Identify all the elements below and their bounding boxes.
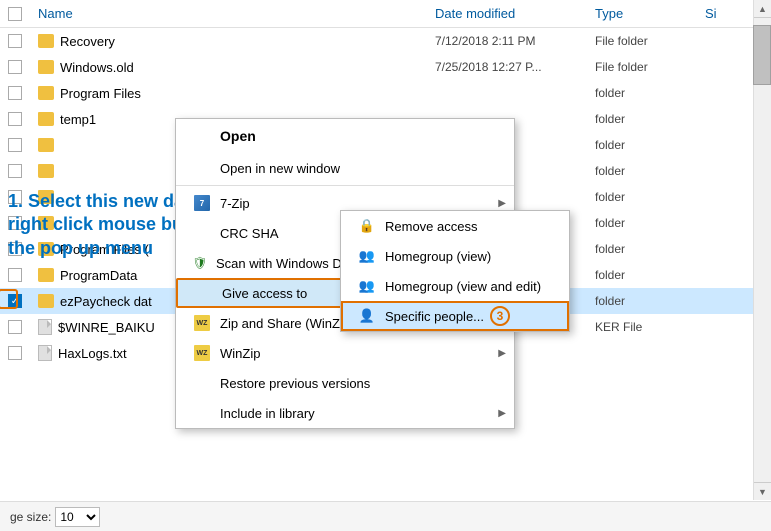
column-headers: Name Date modified Type Si <box>0 0 753 28</box>
file-type: folder <box>595 112 705 126</box>
menu-item-open[interactable]: Open <box>176 119 514 153</box>
folder-icon <box>38 242 54 256</box>
file-type: folder <box>595 138 705 152</box>
submenu-item-remove-access[interactable]: 🔒 Remove access <box>341 211 569 241</box>
submenu-label: Homegroup (view and edit) <box>385 279 541 294</box>
date-header[interactable]: Date modified <box>435 6 595 21</box>
file-name: HaxLogs.txt <box>58 346 127 361</box>
submenu-label: Homegroup (view) <box>385 249 491 264</box>
footer-size-label: ge size: <box>10 510 51 524</box>
list-item[interactable]: Recovery 7/12/2018 2:11 PM File folder <box>0 28 753 54</box>
file-type: folder <box>595 190 705 204</box>
menu-item-winzip[interactable]: WZ WinZip <box>176 338 514 368</box>
submenu: 🔒 Remove access 👥 Homegroup (view) 👥 Hom… <box>340 210 570 332</box>
menu-label: Restore previous versions <box>220 376 498 391</box>
folder-icon <box>38 86 54 100</box>
file-type: folder <box>595 268 705 282</box>
menu-label: Include in library <box>220 406 498 421</box>
file-date: 7/25/2018 12:27 P... <box>435 60 595 74</box>
7zip-icon: 7 <box>192 193 212 213</box>
file-type: File folder <box>595 60 705 74</box>
menu-label: 7-Zip <box>220 196 498 211</box>
file-name: Program Files ( <box>60 242 149 257</box>
menu-item-open-new-window[interactable]: Open in new window <box>176 153 514 183</box>
file-name: Windows.old <box>60 60 134 75</box>
footer-size-select[interactable]: 8 9 10 11 12 <box>55 507 100 527</box>
file-type: File folder <box>595 34 705 48</box>
name-header[interactable]: Name <box>38 6 435 21</box>
menu-item-include-library[interactable]: Include in library <box>176 398 514 428</box>
file-name: Program Files <box>60 86 141 101</box>
file-name: ProgramData <box>60 268 137 283</box>
file-type: folder <box>595 294 705 308</box>
file-name: ezPaycheck dat <box>60 294 152 309</box>
checkbox-col <box>8 7 38 21</box>
open-icon <box>192 126 212 146</box>
folder-icon <box>38 138 54 152</box>
folder-icon <box>38 164 54 178</box>
list-item[interactable]: Program Files folder <box>0 80 753 106</box>
winzip-icon: WZ <box>192 343 212 363</box>
menu-label: Open <box>220 128 498 144</box>
menu-item-restore[interactable]: Restore previous versions <box>176 368 514 398</box>
page-footer: ge size: 8 9 10 11 12 <box>0 501 771 531</box>
file-name: Recovery <box>60 34 115 49</box>
submenu-item-specific-people[interactable]: 👤 Specific people... 3 <box>341 301 569 331</box>
crc-sha-icon <box>192 223 212 243</box>
file-name: $WINRE_BAIKU <box>58 320 155 335</box>
people-edit-icon: 👥 <box>357 276 377 296</box>
file-icon <box>38 319 52 335</box>
include-library-icon <box>192 403 212 423</box>
give-access-icon <box>194 283 214 303</box>
type-header[interactable]: Type <box>595 6 705 21</box>
file-icon <box>38 345 52 361</box>
lock-icon: 🔒 <box>357 216 377 236</box>
open-new-window-icon <box>192 158 212 178</box>
folder-icon <box>38 268 54 282</box>
menu-label: Open in new window <box>220 161 498 176</box>
scrollbar-track[interactable]: ▲ ▼ <box>753 0 771 500</box>
defender-icon: 🛡 <box>192 255 208 271</box>
submenu-label: Specific people... <box>385 309 484 324</box>
scrollbar-thumb[interactable] <box>753 25 771 85</box>
folder-icon <box>38 112 54 126</box>
file-type: folder <box>595 164 705 178</box>
folder-icon <box>38 34 54 48</box>
submenu-item-homegroup-view[interactable]: 👥 Homegroup (view) <box>341 241 569 271</box>
folder-icon <box>38 294 54 308</box>
restore-icon <box>192 373 212 393</box>
file-type: folder <box>595 216 705 230</box>
people-icon: 👥 <box>357 246 377 266</box>
submenu-label: Remove access <box>385 219 477 234</box>
list-item[interactable]: Windows.old 7/25/2018 12:27 P... File fo… <box>0 54 753 80</box>
menu-label: WinZip <box>220 346 498 361</box>
folder-icon <box>38 60 54 74</box>
specific-people-icon: 👤 <box>357 306 377 326</box>
file-type: folder <box>595 86 705 100</box>
menu-separator <box>176 185 514 186</box>
file-type: KER File <box>595 320 705 334</box>
file-type: folder <box>595 242 705 256</box>
badge-3: 3 <box>490 306 510 326</box>
folder-icon <box>38 190 54 204</box>
winzip-express-icon: WZ <box>192 313 212 333</box>
size-header[interactable]: Si <box>705 6 745 21</box>
file-date: 7/12/2018 2:11 PM <box>435 34 595 48</box>
folder-icon <box>38 216 54 230</box>
file-name: temp1 <box>60 112 96 127</box>
submenu-item-homegroup-view-edit[interactable]: 👥 Homegroup (view and edit) <box>341 271 569 301</box>
